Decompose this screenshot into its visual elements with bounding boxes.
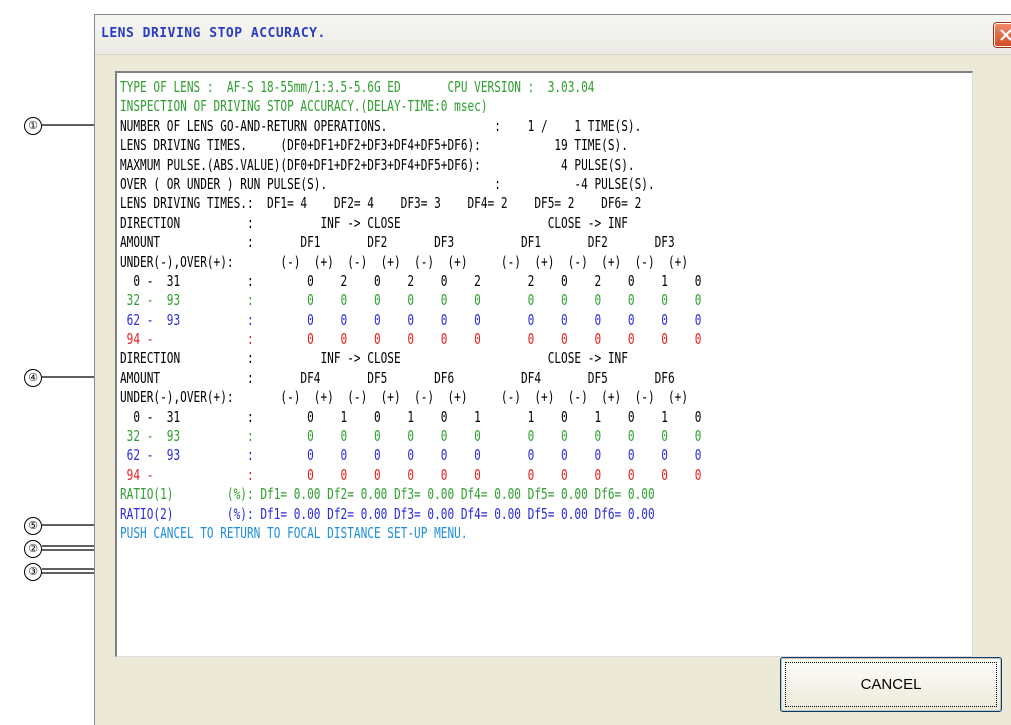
callout-number: ② bbox=[24, 540, 42, 558]
dialog-window: LENS DRIVING STOP ACCURACY. TYPE OF LENS… bbox=[94, 14, 1011, 725]
report-line: UNDER(-),OVER(+): (-) (+) (-) (+) (-) (+… bbox=[120, 252, 689, 271]
close-icon bbox=[1000, 29, 1011, 41]
report-line: INSPECTION OF DRIVING STOP ACCURACY.(DEL… bbox=[120, 97, 488, 116]
report-line: DIRECTION : INF -> CLOSE CLOSE -> INF bbox=[120, 213, 628, 232]
close-button[interactable] bbox=[994, 23, 1011, 47]
callout-number: ① bbox=[24, 117, 42, 135]
focus-rect bbox=[785, 662, 997, 707]
arrow-right-icon bbox=[42, 520, 102, 530]
callout-number: ③ bbox=[24, 563, 42, 581]
title-bar[interactable]: LENS DRIVING STOP ACCURACY. bbox=[95, 15, 1011, 55]
report-line: RATIO(2) (%): Df1= 0.00 Df2= 0.00 Df3= 0… bbox=[120, 504, 655, 523]
report-line: 32 - 93 : 0 0 0 0 0 0 0 0 0 0 0 0 bbox=[120, 291, 702, 310]
cancel-button[interactable]: CANCEL bbox=[780, 657, 1002, 712]
report-line: LENS DRIVING TIMES.: DF1= 4 DF2= 4 DF3= … bbox=[120, 194, 642, 213]
report-line: UNDER(-),OVER(+): (-) (+) (-) (+) (-) (+… bbox=[120, 388, 689, 407]
report-line: LENS DRIVING TIMES. (DF0+DF1+DF2+DF3+DF4… bbox=[120, 136, 628, 155]
arrow-right-icon bbox=[42, 566, 102, 576]
window-title: LENS DRIVING STOP ACCURACY. bbox=[101, 26, 326, 41]
callout-number: ④ bbox=[24, 369, 42, 387]
report-line: OVER ( OR UNDER ) RUN PULSE(S). : -4 PUL… bbox=[120, 174, 655, 193]
arrow-right-icon bbox=[42, 120, 102, 130]
report-line: TYPE OF LENS : AF-S 18-55mm/1:3.5-5.6G E… bbox=[120, 78, 595, 96]
report-line: MAXMUM PULSE.(ABS.VALUE)(DF0+DF1+DF2+DF3… bbox=[120, 155, 635, 174]
report-line: 0 - 31 : 0 1 0 1 0 1 1 0 1 0 1 0 bbox=[120, 407, 702, 426]
report-line: PUSH CANCEL TO RETURN TO FOCAL DISTANCE … bbox=[120, 523, 468, 542]
report-line: 62 - 93 : 0 0 0 0 0 0 0 0 0 0 0 0 bbox=[120, 446, 702, 465]
report-line: 32 - 93 : 0 0 0 0 0 0 0 0 0 0 0 0 bbox=[120, 427, 702, 446]
report-line: 0 - 31 : 0 2 0 2 0 2 2 0 2 0 1 0 bbox=[120, 271, 702, 290]
report-line: 62 - 93 : 0 0 0 0 0 0 0 0 0 0 0 0 bbox=[120, 310, 702, 329]
report-line: RATIO(1) (%): Df1= 0.00 Df2= 0.00 Df3= 0… bbox=[120, 485, 655, 504]
arrow-right-icon bbox=[42, 543, 102, 553]
report-line: 94 - : 0 0 0 0 0 0 0 0 0 0 0 0 bbox=[120, 330, 702, 349]
arrow-right-icon bbox=[42, 372, 102, 382]
report-line: DIRECTION : INF -> CLOSE CLOSE -> INF bbox=[120, 349, 628, 368]
report-line: AMOUNT : DF1 DF2 DF3 DF1 DF2 DF3 bbox=[120, 233, 675, 252]
report-line: AMOUNT : DF4 DF5 DF6 DF4 DF5 DF6 bbox=[120, 368, 675, 387]
report-line: NUMBER OF LENS GO-AND-RETURN OPERATIONS.… bbox=[120, 116, 642, 135]
callout-number: ⑤ bbox=[24, 517, 42, 535]
report-text: TYPE OF LENS : AF-S 18-55mm/1:3.5-5.6G E… bbox=[120, 78, 1011, 543]
report-panel: TYPE OF LENS : AF-S 18-55mm/1:3.5-5.6G E… bbox=[115, 71, 973, 657]
report-line: 94 - : 0 0 0 0 0 0 0 0 0 0 0 0 bbox=[120, 465, 702, 484]
